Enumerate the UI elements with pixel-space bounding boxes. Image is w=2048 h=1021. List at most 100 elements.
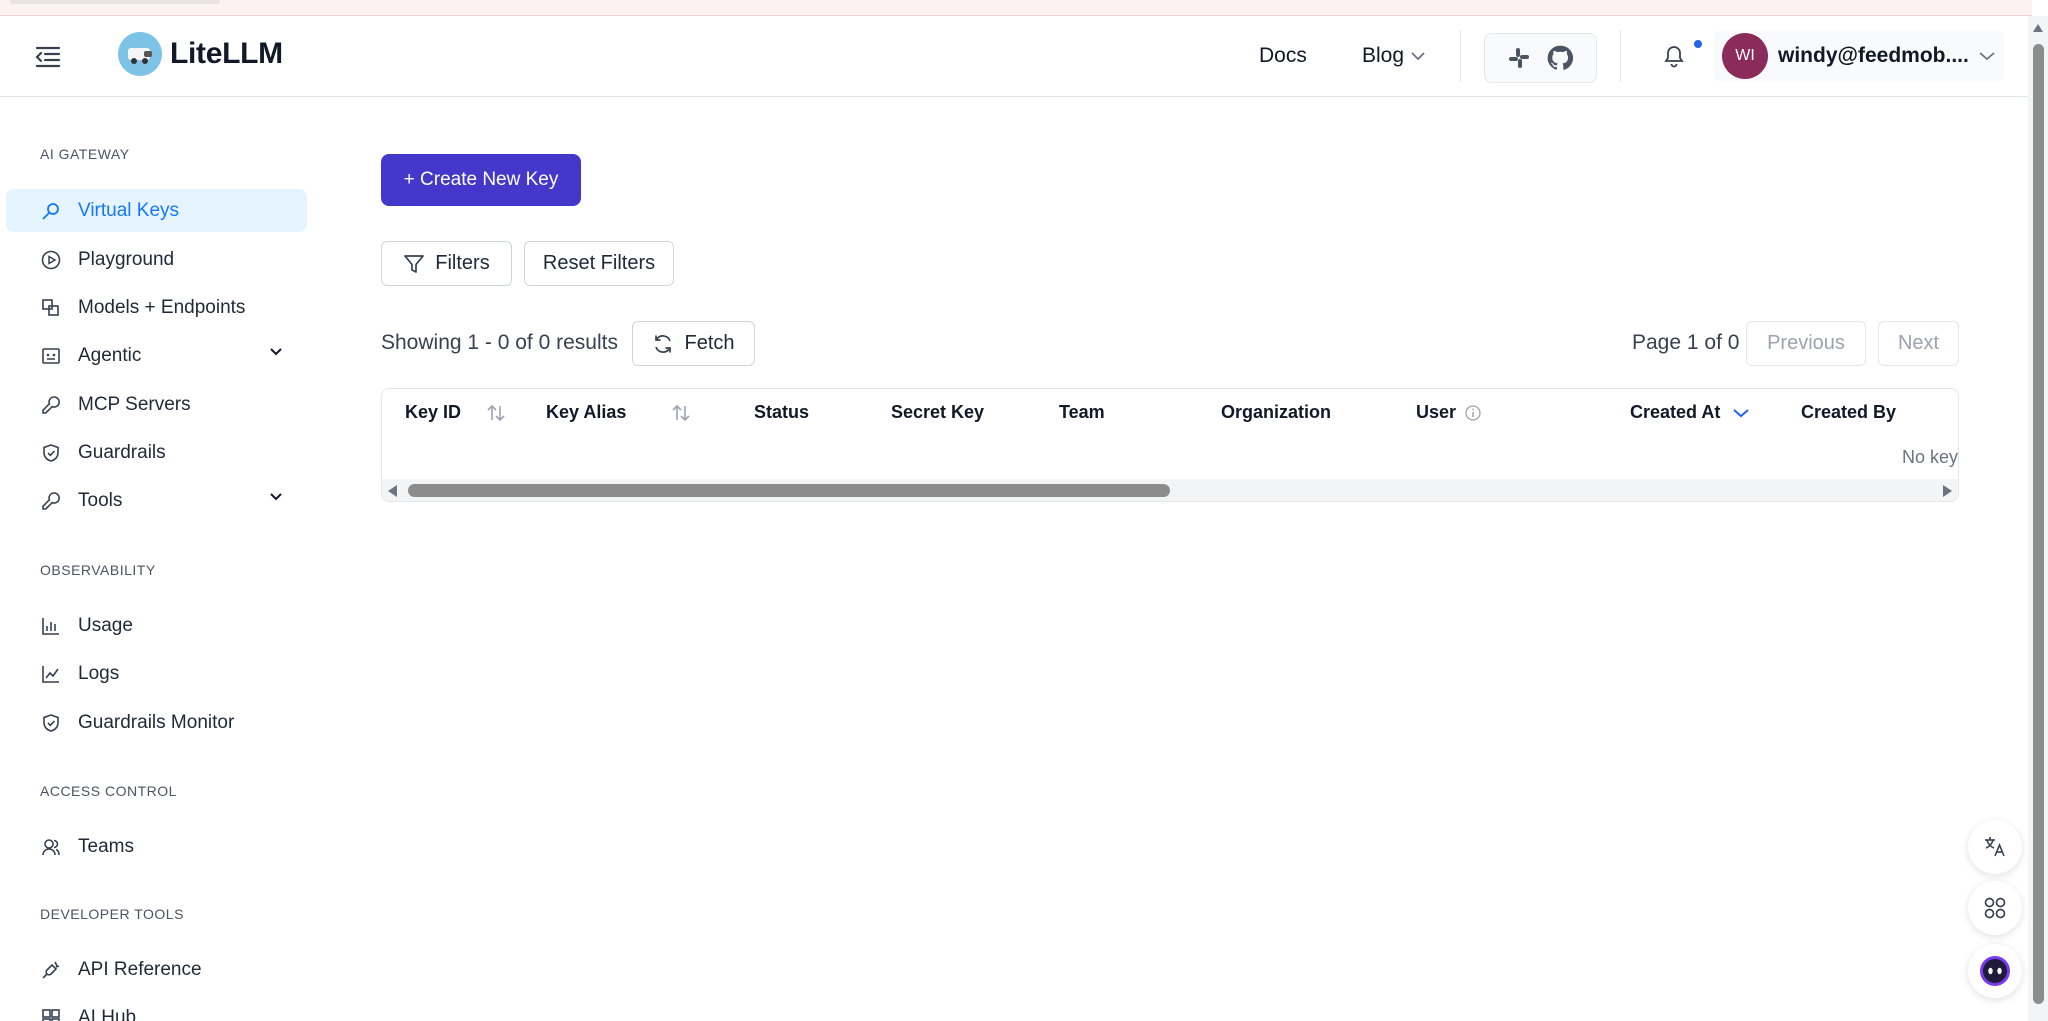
sidebar-item-models-endpoints[interactable]: Models + Endpoints [6, 286, 307, 329]
sidebar-item-api-reference[interactable]: API Reference [6, 948, 307, 991]
sidebar-item-label: Teams [78, 835, 134, 857]
scrollbar-thumb[interactable] [2033, 44, 2044, 1004]
chevron-down-icon [270, 348, 282, 356]
play-circle-icon [40, 249, 62, 271]
column-header-key-alias[interactable]: Key Alias [546, 402, 692, 423]
fetch-label: Fetch [684, 332, 735, 354]
shield-icon [40, 442, 62, 464]
sidebar-item-agentic[interactable]: Agentic [6, 334, 307, 377]
menu-collapse-icon[interactable] [34, 44, 62, 70]
robot-icon [40, 345, 62, 367]
social-links [1484, 33, 1597, 83]
refresh-icon [655, 334, 672, 353]
column-header-organization: Organization [1221, 402, 1332, 422]
vertical-scrollbar[interactable] [2028, 16, 2048, 1021]
chevron-down-icon [1411, 52, 1425, 61]
results-count: Showing 1 - 0 of 0 results [381, 331, 618, 354]
keys-table: Key ID Key Alias Status Secret Key Team … [381, 388, 1959, 502]
section-title-developer-tools: DEVELOPER TOOLS [40, 906, 184, 922]
logo[interactable]: LiteLLM [118, 32, 283, 76]
column-label: Key Alias [546, 402, 627, 422]
sidebar-item-label: Models + Endpoints [78, 296, 246, 318]
column-header-team: Team [1059, 402, 1105, 422]
docs-link[interactable]: Docs [1259, 44, 1307, 68]
bell-icon[interactable] [1662, 44, 1686, 75]
column-header-key-id[interactable]: Key ID [405, 402, 507, 423]
sidebar-item-virtual-keys[interactable]: Virtual Keys [6, 189, 307, 232]
assistant-bot-icon[interactable] [1968, 944, 2022, 998]
sort-icon [487, 404, 505, 421]
bar-chart-icon [40, 615, 62, 637]
sidebar-item-label: AI Hub [78, 1006, 137, 1021]
fetch-button[interactable]: Fetch [632, 321, 755, 366]
user-menu[interactable]: WI windy@feedmob.... [1714, 30, 2004, 82]
api-icon [40, 959, 62, 981]
sidebar-item-label: API Reference [78, 958, 202, 980]
filters-label: Filters [435, 252, 490, 274]
divider [1460, 30, 1461, 82]
column-label: User [1416, 402, 1457, 422]
notification-dot [1694, 40, 1702, 48]
scrollbar-thumb[interactable] [408, 484, 1170, 497]
info-icon[interactable] [1464, 404, 1482, 422]
browser-top-strip [0, 0, 2032, 16]
translate-icon[interactable] [1968, 820, 2022, 874]
line-chart-icon [40, 663, 62, 685]
chevron-down-icon [1979, 52, 1995, 61]
sidebar-item-playground[interactable]: Playground [6, 238, 307, 281]
github-icon[interactable] [1546, 44, 1574, 72]
create-new-key-button[interactable]: + Create New Key [381, 154, 581, 206]
sidebar-item-label: Playground [78, 248, 175, 270]
column-header-created-by: Created By [1801, 402, 1897, 422]
sidebar-item-label: Agentic [78, 344, 142, 366]
sidebar-item-ai-hub[interactable]: AI Hub [6, 996, 307, 1021]
block-icon [40, 297, 62, 319]
divider [1620, 30, 1621, 82]
scroll-up-icon[interactable] [2033, 24, 2043, 32]
filters-button[interactable]: Filters [381, 241, 512, 286]
tab-hint [10, 0, 220, 4]
column-header-user: User [1416, 402, 1482, 423]
apps-grid-icon[interactable] [1968, 881, 2022, 935]
sidebar-item-logs[interactable]: Logs [6, 652, 307, 695]
sidebar-item-label: Virtual Keys [78, 199, 180, 221]
avatar: WI [1722, 33, 1768, 79]
top-header: LiteLLM Docs Blog WI windy@feedmob.... [0, 16, 2028, 97]
column-label: Created At [1630, 402, 1721, 422]
previous-button[interactable]: Previous [1746, 321, 1866, 366]
logo-text: LiteLLM [170, 37, 283, 70]
sidebar-item-teams[interactable]: Teams [6, 825, 307, 868]
user-email: windy@feedmob.... [1778, 44, 1968, 67]
tool-icon [40, 394, 62, 416]
sidebar-item-tools[interactable]: Tools [6, 479, 307, 522]
sidebar-item-label: Tools [78, 489, 123, 511]
scroll-right-icon[interactable] [1943, 485, 1952, 497]
team-icon [40, 836, 62, 858]
page-info: Page 1 of 0 [1632, 331, 1740, 354]
chevron-down-icon [270, 493, 282, 501]
blog-dropdown[interactable]: Blog [1362, 44, 1426, 68]
tool-icon [40, 490, 62, 512]
sidebar-item-label: Logs [78, 662, 120, 684]
column-header-status: Status [754, 402, 810, 422]
appstore-icon [40, 1007, 62, 1021]
chevron-down-icon [1733, 408, 1750, 417]
empty-table-message: No key [1901, 447, 1958, 467]
scroll-left-icon[interactable] [388, 485, 397, 497]
sidebar-item-guardrails[interactable]: Guardrails [6, 431, 307, 474]
sidebar-item-mcp-servers[interactable]: MCP Servers [6, 383, 307, 426]
slack-icon[interactable] [1507, 46, 1531, 70]
sort-icon [672, 404, 690, 421]
next-button[interactable]: Next [1878, 321, 1959, 366]
sidebar-item-label: Usage [78, 614, 133, 636]
key-icon [40, 200, 62, 222]
reset-filters-button[interactable]: Reset Filters [524, 241, 674, 286]
section-title-ai-gateway: AI GATEWAY [40, 146, 130, 162]
column-header-created-at[interactable]: Created At [1630, 402, 1750, 423]
horizontal-scrollbar[interactable] [382, 479, 1958, 501]
shield-icon [40, 712, 62, 734]
logo-icon [118, 32, 162, 76]
sidebar-item-guardrails-monitor[interactable]: Guardrails Monitor [6, 701, 307, 744]
sidebar-item-usage[interactable]: Usage [6, 604, 307, 647]
section-title-observability: OBSERVABILITY [40, 562, 156, 578]
